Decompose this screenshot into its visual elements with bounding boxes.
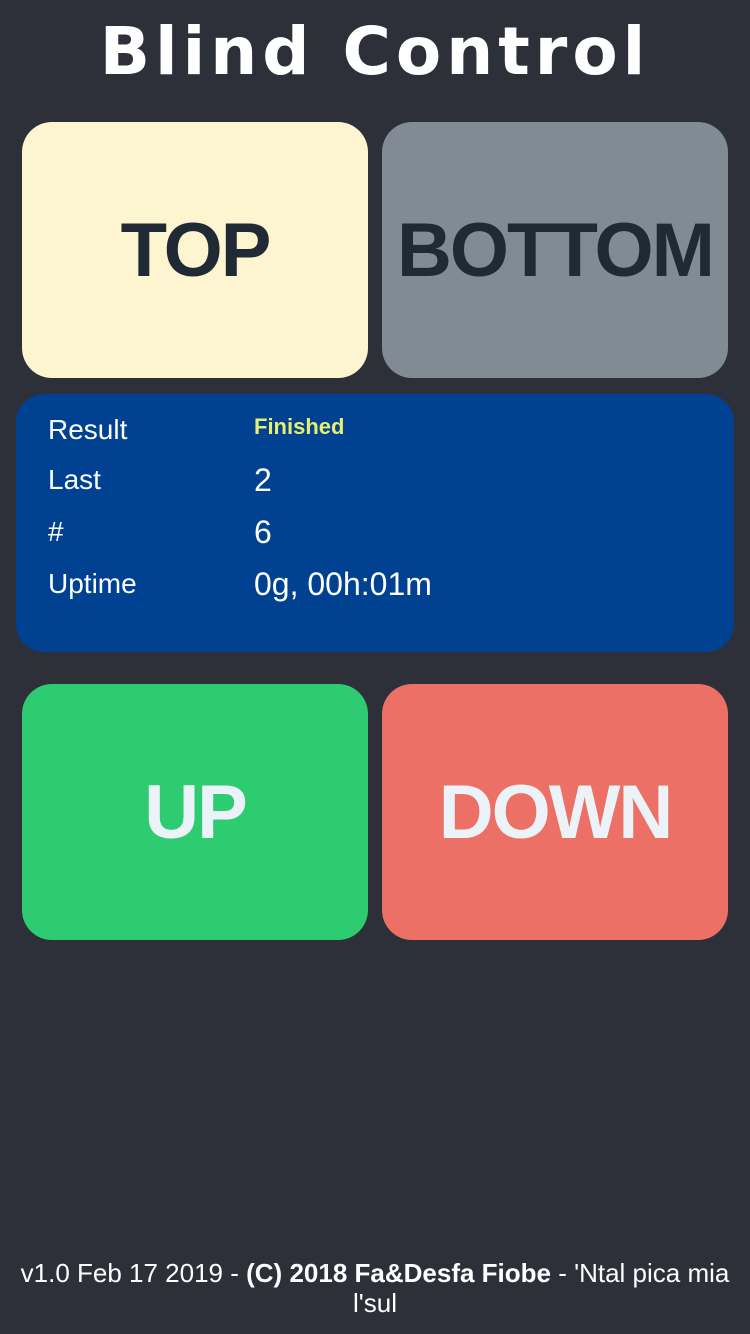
count-label: # bbox=[48, 516, 64, 547]
up-button[interactable]: UP bbox=[22, 684, 368, 940]
footer-version: v1.0 Feb 17 2019 - bbox=[20, 1258, 247, 1288]
page-title: Blind Control bbox=[99, 13, 651, 90]
result-value: Finished bbox=[254, 414, 345, 439]
bottom-button[interactable]: BOTTOM bbox=[382, 122, 728, 378]
uptime-label: Uptime bbox=[48, 568, 137, 599]
uptime-value: 0g, 00h:01m bbox=[254, 566, 432, 602]
last-label: Last bbox=[48, 464, 101, 495]
bottom-button-label: BOTTOM bbox=[397, 207, 715, 293]
status-panel: Result Finished Last 2 # 6 Uptime 0g, 00… bbox=[16, 394, 734, 652]
count-value: 6 bbox=[254, 514, 272, 550]
top-button-label: TOP bbox=[120, 207, 272, 293]
footer-copyright: (C) 2018 Fa&Desfa Fiobe bbox=[246, 1258, 551, 1288]
footer: v1.0 Feb 17 2019 - (C) 2018 Fa&Desfa Fio… bbox=[10, 1258, 740, 1318]
up-button-label: UP bbox=[144, 769, 248, 855]
down-button-label: DOWN bbox=[438, 769, 674, 855]
last-value: 2 bbox=[254, 462, 272, 498]
result-label: Result bbox=[48, 414, 128, 445]
top-button[interactable]: TOP bbox=[22, 122, 368, 378]
down-button[interactable]: DOWN bbox=[382, 684, 728, 940]
